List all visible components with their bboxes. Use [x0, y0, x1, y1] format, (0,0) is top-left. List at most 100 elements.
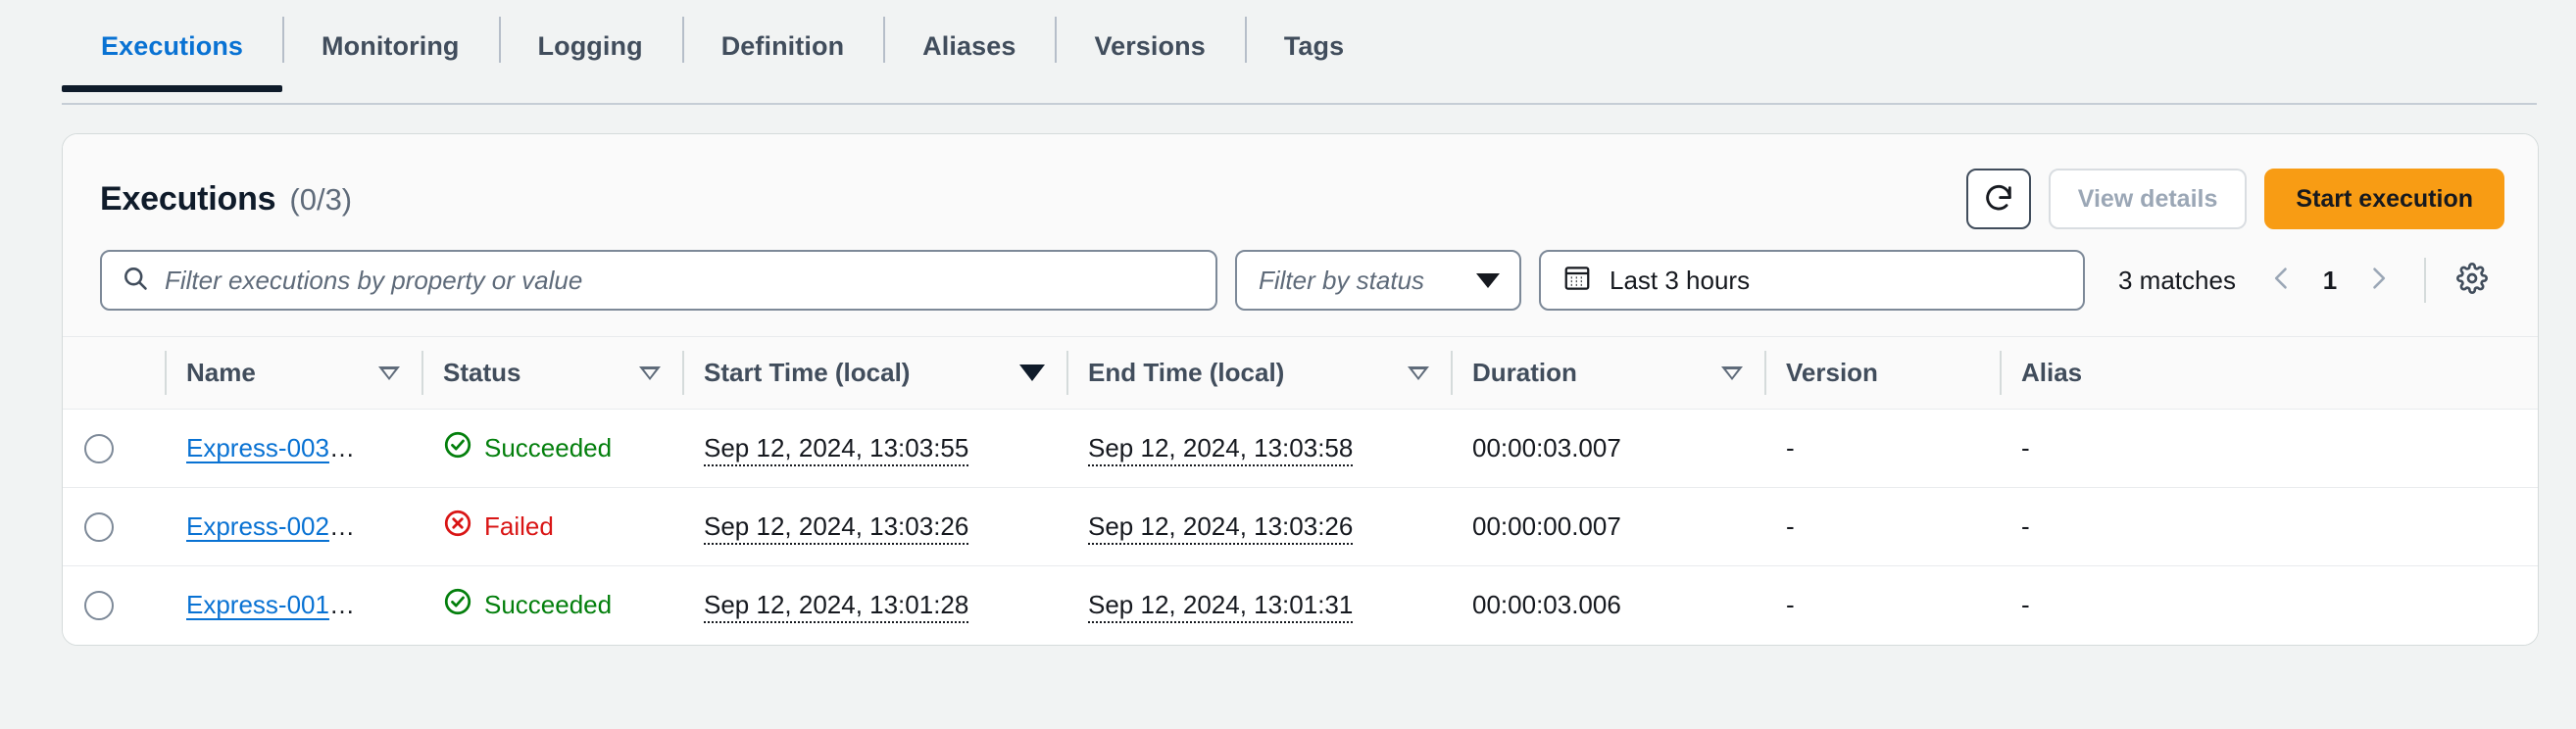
matches-count: 3 matches: [2118, 266, 2236, 296]
row-select-cell: [63, 488, 165, 566]
table-header: Name Status Start Time (local): [63, 337, 2538, 410]
search-box[interactable]: [100, 250, 1217, 311]
cell-start-time: Sep 12, 2024, 13:01:28: [682, 566, 1066, 645]
tab-bar-divider: [62, 103, 2537, 105]
status-label: Failed: [484, 511, 554, 542]
sort-icon: [639, 366, 661, 380]
tab-label: Aliases: [922, 31, 1016, 62]
cell-alias: -: [2000, 488, 2538, 566]
chevron-left-icon: [2268, 265, 2296, 297]
column-label: End Time (local): [1088, 358, 1284, 388]
view-details-label: View details: [2078, 185, 2218, 214]
execution-name-ellipsis: …: [329, 433, 355, 462]
column-select-all: [63, 337, 165, 410]
search-input[interactable]: [165, 266, 1196, 296]
tab-label: Tags: [1284, 31, 1344, 62]
cell-duration: 00:00:03.007: [1451, 410, 1764, 488]
cell-start-time: Sep 12, 2024, 13:03:26: [682, 488, 1066, 566]
column-header-status[interactable]: Status: [421, 337, 682, 410]
tab-definition[interactable]: Definition: [682, 0, 883, 92]
column-label: Name: [186, 358, 256, 388]
column-label: Alias: [2021, 358, 2082, 388]
refresh-icon: [1982, 182, 2015, 216]
table-row[interactable]: Express-003… Succeeded: [63, 410, 2538, 488]
cell-end-time: Sep 12, 2024, 13:03:58: [1066, 410, 1451, 488]
page-number[interactable]: 1: [2312, 266, 2348, 296]
status-filter-select[interactable]: Filter by status: [1235, 250, 1521, 311]
prev-page-button[interactable]: [2255, 254, 2308, 307]
tab-label: Logging: [538, 31, 643, 62]
row-radio-button[interactable]: [84, 512, 114, 542]
tab-versions[interactable]: Versions: [1055, 0, 1244, 92]
sort-icon: [1721, 366, 1743, 380]
cell-duration: 00:00:00.007: [1451, 488, 1764, 566]
execution-name-ellipsis: …: [329, 511, 355, 541]
row-radio-button[interactable]: [84, 434, 114, 463]
pagination-divider: [2424, 258, 2426, 303]
filter-row: Filter by status: [96, 234, 2504, 336]
column-label: Duration: [1472, 358, 1577, 388]
cell-name: Express-001…: [165, 566, 421, 645]
tab-monitoring[interactable]: Monitoring: [282, 0, 498, 92]
start-execution-button[interactable]: Start execution: [2264, 169, 2504, 229]
tab-label: Executions: [101, 31, 243, 62]
column-header-end-time[interactable]: End Time (local): [1066, 337, 1451, 410]
cell-end-time: Sep 12, 2024, 13:03:26: [1066, 488, 1451, 566]
cell-name: Express-002…: [165, 488, 421, 566]
tab-executions[interactable]: Executions: [62, 0, 282, 92]
end-time-value: Sep 12, 2024, 13:03:26: [1088, 511, 1353, 545]
execution-name-link[interactable]: Express-003: [186, 433, 329, 462]
column-header-alias: Alias: [2000, 337, 2538, 410]
end-time-value: Sep 12, 2024, 13:01:31: [1088, 590, 1353, 623]
row-radio-button[interactable]: [84, 591, 114, 620]
sort-icon: [1408, 366, 1429, 380]
column-label: Version: [1786, 358, 1878, 388]
search-icon: [122, 265, 149, 297]
start-time-value: Sep 12, 2024, 13:03:55: [704, 433, 968, 466]
tab-aliases[interactable]: Aliases: [883, 0, 1055, 92]
execution-name-link[interactable]: Express-001: [186, 590, 329, 619]
start-time-value: Sep 12, 2024, 13:03:26: [704, 511, 968, 545]
next-page-button[interactable]: [2352, 254, 2404, 307]
column-header-duration[interactable]: Duration: [1451, 337, 1764, 410]
sort-icon: [378, 366, 400, 380]
cell-duration: 00:00:03.006: [1451, 566, 1764, 645]
date-range-value: Last 3 hours: [1610, 266, 1750, 296]
column-header-start-time[interactable]: Start Time (local): [682, 337, 1066, 410]
row-select-cell: [63, 566, 165, 645]
table-row[interactable]: Express-002… Failed: [63, 488, 2538, 566]
table-row[interactable]: Express-001… Succeeded: [63, 566, 2538, 645]
status-filter-label: Filter by status: [1259, 266, 1424, 296]
column-label: Status: [443, 358, 520, 388]
cell-version: -: [1764, 488, 2000, 566]
cell-status: Failed: [421, 488, 682, 566]
card-header-top: Executions (0/3) View details: [96, 164, 2504, 234]
panel-title-group: Executions (0/3): [96, 180, 352, 219]
tab-bar: Executions Monitoring Logging Definition…: [0, 0, 2576, 108]
chevron-right-icon: [2364, 265, 2392, 297]
end-time-value: Sep 12, 2024, 13:03:58: [1088, 433, 1353, 466]
column-header-version: Version: [1764, 337, 2000, 410]
execution-name-link[interactable]: Express-002: [186, 511, 329, 541]
cell-start-time: Sep 12, 2024, 13:03:55: [682, 410, 1066, 488]
cell-alias: -: [2000, 566, 2538, 645]
start-time-value: Sep 12, 2024, 13:01:28: [704, 590, 968, 623]
check-circle-icon: [443, 430, 472, 466]
tab-label: Versions: [1094, 31, 1205, 62]
date-range-picker[interactable]: Last 3 hours: [1539, 250, 2085, 311]
column-header-name[interactable]: Name: [165, 337, 421, 410]
gear-icon: [2456, 263, 2488, 299]
executions-page: Executions Monitoring Logging Definition…: [0, 0, 2576, 729]
selection-counter: (0/3): [289, 182, 352, 218]
header-actions: View details Start execution: [1966, 169, 2504, 229]
view-details-button[interactable]: View details: [2049, 169, 2248, 229]
table-preferences-button[interactable]: [2446, 254, 2499, 307]
tab-label: Monitoring: [322, 31, 459, 62]
execution-name-ellipsis: …: [329, 590, 355, 619]
tab-list: Executions Monitoring Logging Definition…: [62, 0, 1383, 92]
tab-logging[interactable]: Logging: [499, 0, 682, 92]
tab-tags[interactable]: Tags: [1245, 0, 1383, 92]
refresh-button[interactable]: [1966, 169, 2031, 229]
cell-status: Succeeded: [421, 566, 682, 645]
cell-end-time: Sep 12, 2024, 13:01:31: [1066, 566, 1451, 645]
